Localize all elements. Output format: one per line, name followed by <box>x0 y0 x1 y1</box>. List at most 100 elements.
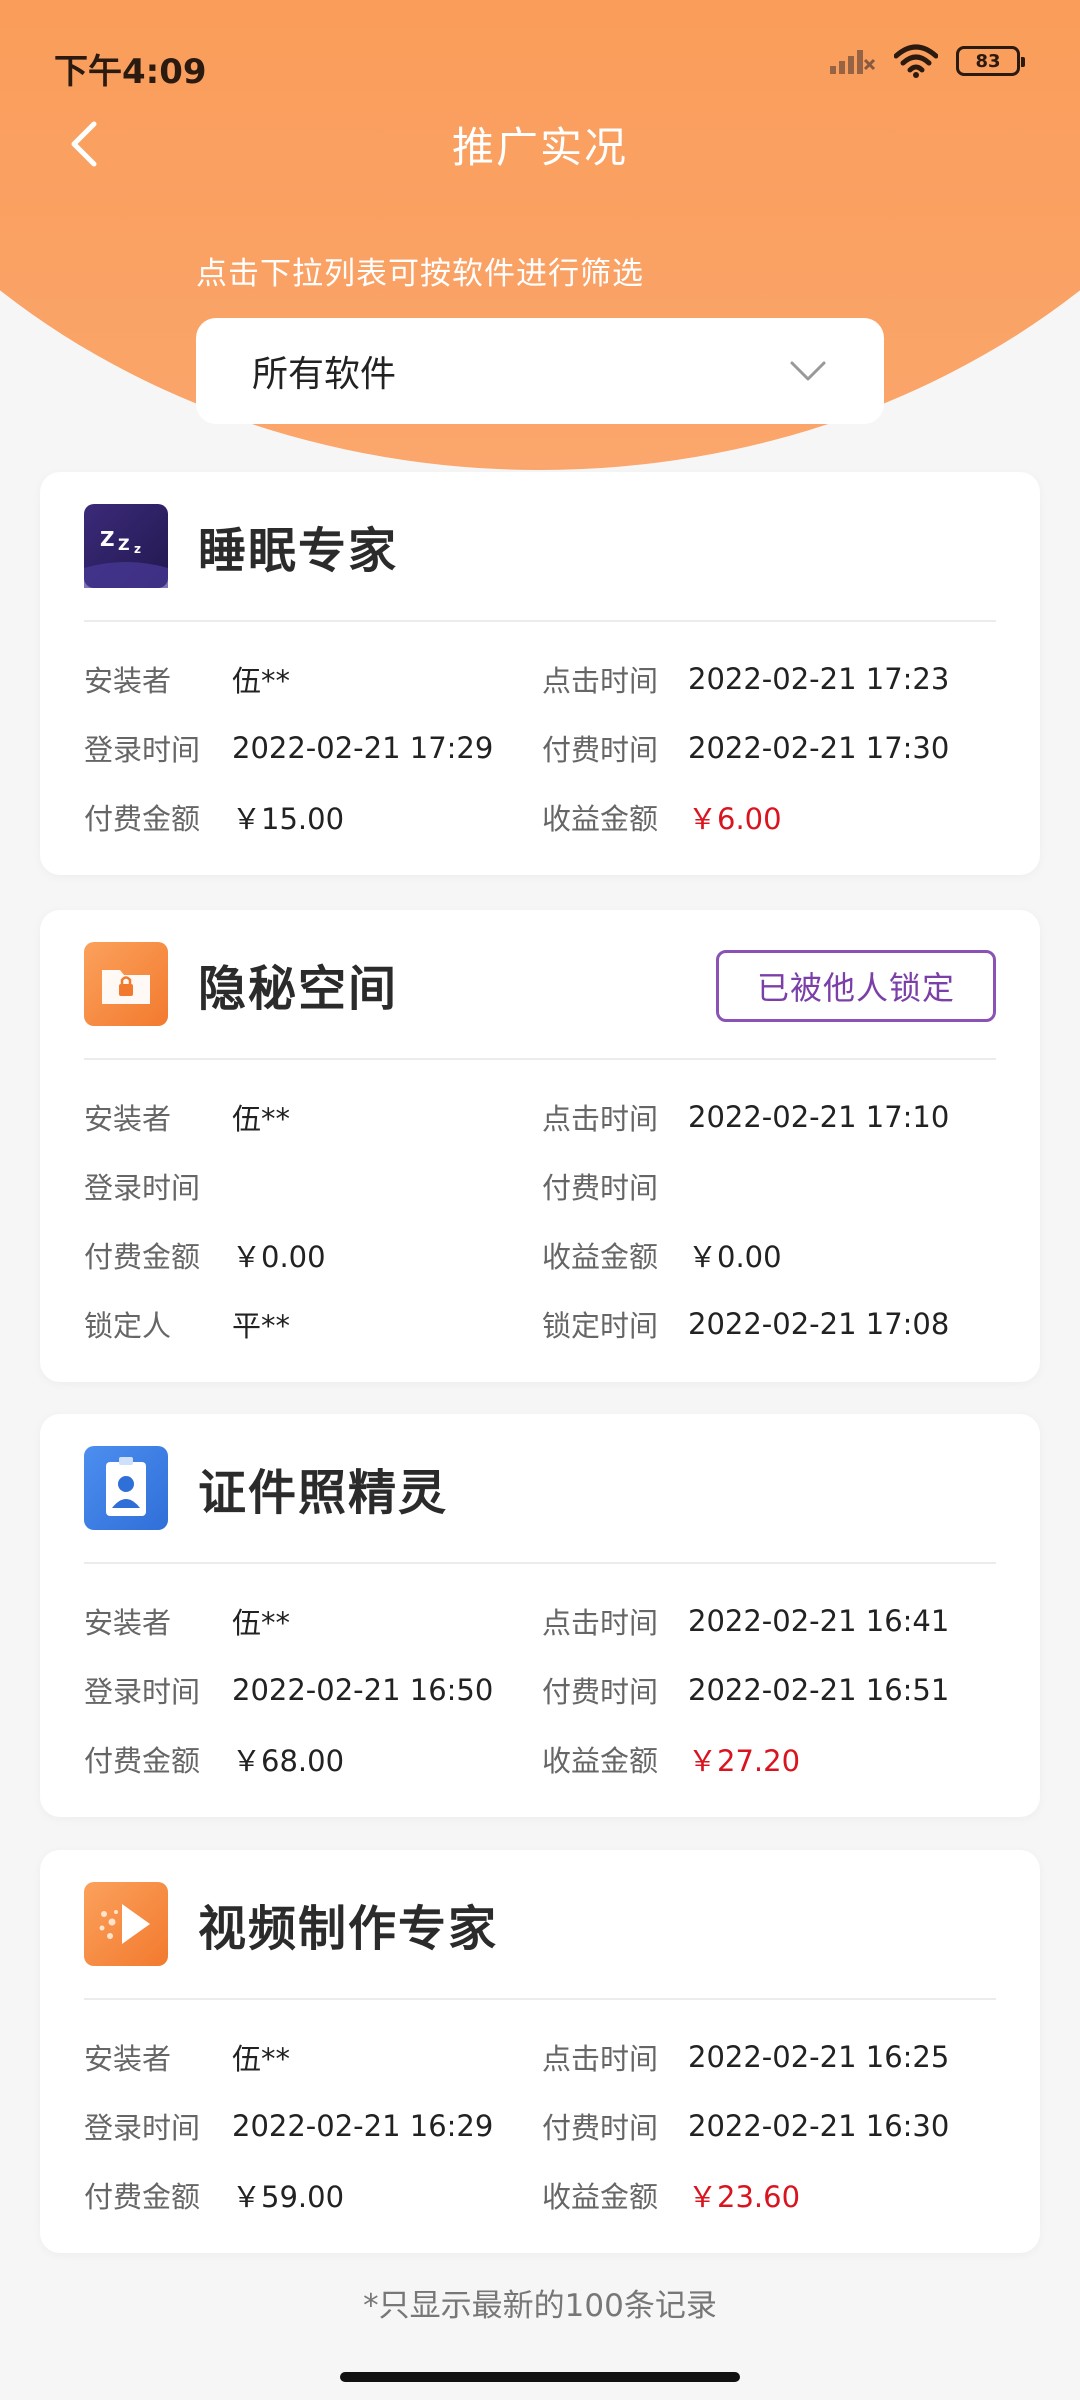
pay-amount-label: 付费金额 <box>84 2179 201 2214</box>
installer-value: 伍** <box>232 1605 291 1640</box>
income-amount-value: ￥23.60 <box>688 2179 801 2214</box>
detail-row: 付费金额 ￥15.00 收益金额 ￥6.00 <box>84 782 996 851</box>
record-card[interactable]: Z Z z 睡眠专家 安装者 伍** 点击时间 2022-02-21 17:23 登… <box>40 472 1040 875</box>
locked-by-others-badge: 已被他人锁定 <box>716 950 996 1022</box>
income-amount-label: 收益金额 <box>542 1239 659 1274</box>
sleep-zzz-icon: Z Z z <box>84 504 168 588</box>
pay-amount-label: 付费金额 <box>84 801 201 836</box>
detail-row: 锁定人 平** 锁定时间 2022-02-21 17:08 <box>84 1289 996 1358</box>
detail-row: 安装者 伍** 点击时间 2022-02-21 16:25 <box>84 2022 996 2091</box>
login-time-label: 登录时间 <box>84 1170 201 1205</box>
detail-row: 付费金额 ￥0.00 收益金额 ￥0.00 <box>84 1220 996 1289</box>
svg-text:Z: Z <box>118 535 130 554</box>
installer-value: 伍** <box>232 1101 291 1136</box>
click-time-value: 2022-02-21 16:41 <box>688 1603 950 1638</box>
locked-folder-icon <box>84 942 168 1026</box>
footer-note: *只显示最新的100条记录 <box>363 2288 717 2324</box>
pay-amount-value: ￥15.00 <box>232 801 345 836</box>
click-time-label: 点击时间 <box>542 2041 659 2076</box>
software-filter-dropdown[interactable]: 所有软件 <box>196 318 884 424</box>
click-time-value: 2022-02-21 17:10 <box>688 1099 950 1134</box>
detail-row: 登录时间 2022-02-21 17:29 付费时间 2022-02-21 17:3… <box>84 713 996 782</box>
pay-time-value: 2022-02-21 16:30 <box>688 2108 950 2143</box>
card-details: 安装者 伍** 点击时间 2022-02-21 16:25 登录时间 2022-02-… <box>84 2000 996 2253</box>
filter-selected-value: 所有软件 <box>252 354 397 395</box>
svg-text:Z: Z <box>100 527 115 551</box>
pay-time-label: 付费时间 <box>542 1674 659 1709</box>
pay-amount-value: ￥68.00 <box>232 1743 345 1778</box>
card-header: 视频制作专家 <box>84 1850 996 2000</box>
cellular-signal-off-icon <box>830 50 876 74</box>
login-time-label: 登录时间 <box>84 732 201 767</box>
wifi-icon <box>894 44 938 78</box>
pay-time-label: 付费时间 <box>542 2110 659 2145</box>
chevron-down-icon <box>790 361 826 381</box>
detail-row: 登录时间 付费时间 <box>84 1151 996 1220</box>
detail-row: 安装者 伍** 点击时间 2022-02-21 17:10 <box>84 1082 996 1151</box>
battery-icon: 83 <box>956 46 1025 76</box>
record-card[interactable]: 证件照精灵 安装者 伍** 点击时间 2022-02-21 16:41 登录时间 20… <box>40 1414 1040 1817</box>
detail-row: 付费金额 ￥59.00 收益金额 ￥23.60 <box>84 2160 996 2229</box>
home-indicator[interactable] <box>340 2372 740 2382</box>
record-card[interactable]: 隐秘空间 已被他人锁定 安装者 伍** 点击时间 2022-02-21 17:10 … <box>40 910 1040 1382</box>
installer-label: 安装者 <box>84 1101 172 1136</box>
app-name: 视频制作专家 <box>198 1901 499 1957</box>
income-amount-value: ￥27.20 <box>688 1743 801 1778</box>
app-name: 证件照精灵 <box>198 1465 449 1521</box>
page: 下午4:09 83 推广实况 点击下拉列表可按软件进行筛选 所有软件 Z Z z… <box>0 0 1080 2400</box>
battery-level: 83 <box>975 50 1001 72</box>
login-time-label: 登录时间 <box>84 2110 201 2145</box>
detail-row: 登录时间 2022-02-21 16:50 付费时间 2022-02-21 16:5… <box>84 1655 996 1724</box>
page-title: 推广实况 <box>451 123 628 172</box>
pay-time-value: 2022-02-21 17:30 <box>688 730 950 765</box>
locker-value: 平** <box>232 1308 291 1343</box>
login-time-value: 2022-02-21 16:29 <box>232 2108 494 2143</box>
income-amount-value: ￥0.00 <box>688 1239 782 1274</box>
card-header: 隐秘空间 已被他人锁定 <box>84 910 996 1060</box>
login-time-value: 2022-02-21 17:29 <box>232 730 494 765</box>
pay-time-label: 付费时间 <box>542 732 659 767</box>
installer-label: 安装者 <box>84 2041 172 2076</box>
installer-label: 安装者 <box>84 1605 172 1640</box>
lock-time-value: 2022-02-21 17:08 <box>688 1306 950 1341</box>
status-time: 下午4:09 <box>54 52 207 92</box>
click-time-value: 2022-02-21 16:25 <box>688 2039 950 2074</box>
pay-amount-value: ￥59.00 <box>232 2179 345 2214</box>
pay-amount-value: ￥0.00 <box>232 1239 326 1274</box>
card-header: Z Z z 睡眠专家 <box>84 472 996 622</box>
pay-amount-label: 付费金额 <box>84 1239 201 1274</box>
click-time-value: 2022-02-21 17:23 <box>688 661 950 696</box>
filter-hint: 点击下拉列表可按软件进行筛选 <box>196 256 644 292</box>
pay-time-value: 2022-02-21 16:51 <box>688 1672 950 1707</box>
income-amount-label: 收益金额 <box>542 801 659 836</box>
video-play-icon <box>84 1882 168 1966</box>
detail-row: 付费金额 ￥68.00 收益金额 ￥27.20 <box>84 1724 996 1793</box>
installer-label: 安装者 <box>84 663 172 698</box>
income-amount-value: ￥6.00 <box>688 801 782 836</box>
card-header: 证件照精灵 <box>84 1414 996 1564</box>
app-name: 隐秘空间 <box>198 961 399 1017</box>
lock-time-label: 锁定时间 <box>542 1308 659 1343</box>
detail-row: 安装者 伍** 点击时间 2022-02-21 17:23 <box>84 644 996 713</box>
income-amount-label: 收益金额 <box>542 2179 659 2214</box>
nav-bar: 推广实况 <box>0 100 1080 190</box>
login-time-value: 2022-02-21 16:50 <box>232 1672 494 1707</box>
app-name: 睡眠专家 <box>198 523 399 579</box>
pay-amount-label: 付费金额 <box>84 1743 201 1778</box>
income-amount-label: 收益金额 <box>542 1743 659 1778</box>
click-time-label: 点击时间 <box>542 663 659 698</box>
locker-label: 锁定人 <box>84 1308 172 1343</box>
record-card[interactable]: 视频制作专家 安装者 伍** 点击时间 2022-02-21 16:25 登录时间 2… <box>40 1850 1040 2253</box>
id-photo-icon <box>84 1446 168 1530</box>
login-time-label: 登录时间 <box>84 1674 201 1709</box>
detail-row: 登录时间 2022-02-21 16:29 付费时间 2022-02-21 16:3… <box>84 2091 996 2160</box>
card-details: 安装者 伍** 点击时间 2022-02-21 17:23 登录时间 2022-02-… <box>84 622 996 875</box>
card-details: 安装者 伍** 点击时间 2022-02-21 16:41 登录时间 2022-02-… <box>84 1564 996 1817</box>
pay-time-label: 付费时间 <box>542 1170 659 1205</box>
click-time-label: 点击时间 <box>542 1101 659 1136</box>
click-time-label: 点击时间 <box>542 1605 659 1640</box>
detail-row: 安装者 伍** 点击时间 2022-02-21 16:41 <box>84 1586 996 1655</box>
svg-text:z: z <box>134 542 141 556</box>
card-details: 安装者 伍** 点击时间 2022-02-21 17:10 登录时间 付费时间 付费… <box>84 1060 996 1382</box>
status-icons: 83 <box>828 44 1025 78</box>
